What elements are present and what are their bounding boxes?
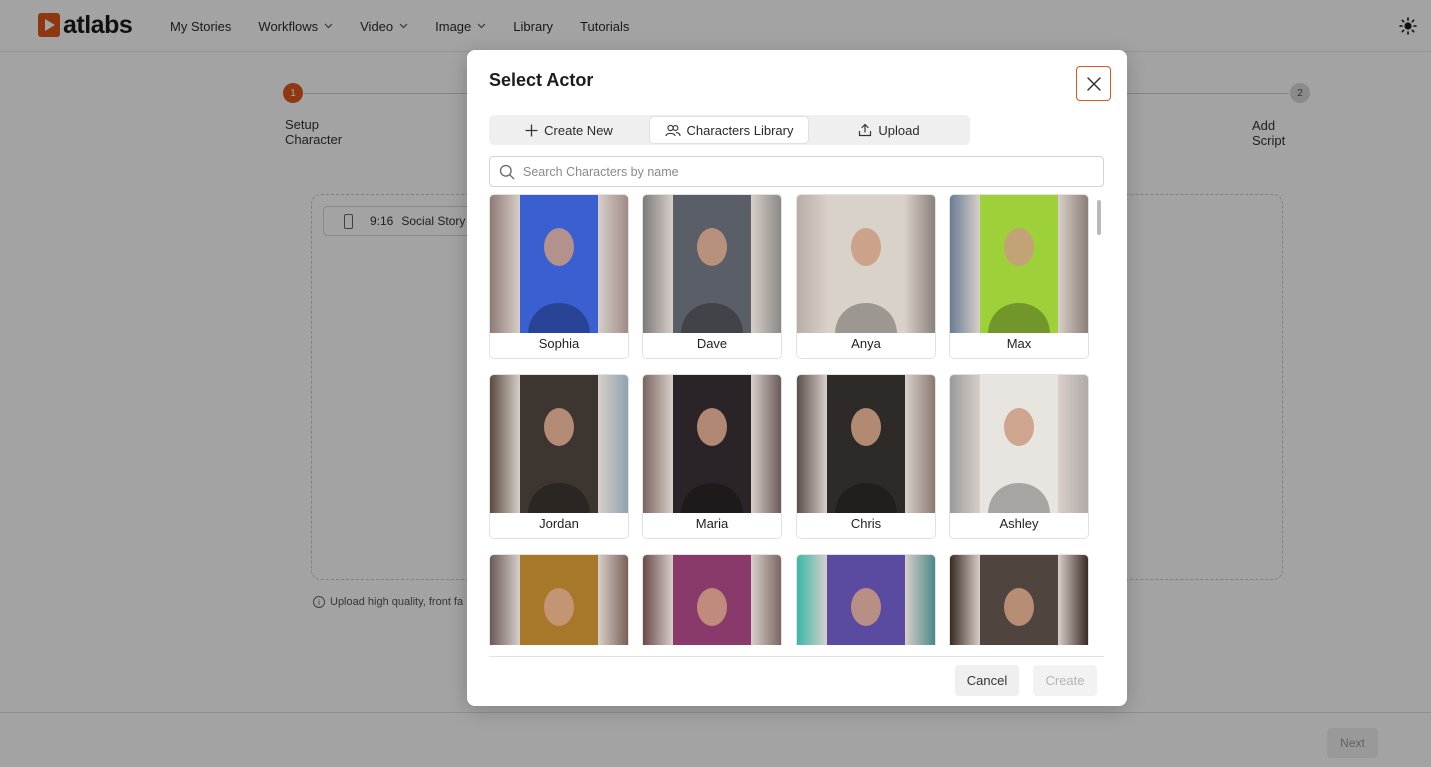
users-icon	[664, 124, 681, 136]
character-name: Chris	[850, 516, 882, 531]
modal-footer-divider	[489, 656, 1104, 657]
plus-icon	[525, 123, 538, 137]
character-card[interactable]: Jordan	[489, 374, 629, 539]
character-thumbnail	[643, 555, 781, 645]
character-name: Anya	[851, 336, 881, 351]
tab-upload[interactable]: Upload	[809, 115, 969, 145]
character-thumbnail	[950, 195, 1088, 333]
search-input[interactable]	[523, 164, 1083, 179]
select-actor-modal: Select Actor Create New Characters Libra…	[467, 50, 1127, 706]
search-box	[489, 156, 1104, 187]
character-name: Jordan	[539, 516, 579, 531]
character-card[interactable]: Maria	[642, 374, 782, 539]
character-thumbnail	[797, 555, 935, 645]
character-name: Maria	[695, 516, 729, 531]
tab-label: Characters Library	[686, 122, 794, 138]
character-thumbnail	[490, 375, 628, 513]
close-button[interactable]	[1076, 66, 1111, 101]
character-name: Max	[1006, 336, 1032, 351]
character-card[interactable]: Sophia	[489, 194, 629, 359]
modal-title: Select Actor	[489, 70, 594, 90]
character-card[interactable]	[949, 554, 1089, 645]
upload-icon	[859, 123, 872, 137]
character-name: Sophia	[538, 336, 580, 351]
character-thumbnail	[643, 375, 781, 513]
tab-characters-library[interactable]: Characters Library	[649, 116, 809, 144]
character-thumbnail	[490, 195, 628, 333]
create-button[interactable]: Create	[1033, 665, 1097, 696]
cancel-button[interactable]: Cancel	[955, 665, 1019, 696]
tab-label: Create New	[544, 122, 613, 138]
scrollbar-thumb[interactable]	[1097, 200, 1101, 235]
character-card[interactable]	[796, 554, 936, 645]
close-icon	[1086, 76, 1101, 91]
character-card[interactable]: Dave	[642, 194, 782, 359]
character-card[interactable]: Anya	[796, 194, 936, 359]
character-card[interactable]	[489, 554, 629, 645]
character-thumbnail	[490, 555, 628, 645]
character-name: Dave	[696, 336, 728, 351]
tab-create-new[interactable]: Create New	[489, 115, 649, 145]
character-card[interactable]: Ashley	[949, 374, 1089, 539]
character-thumbnail	[797, 375, 935, 513]
character-thumbnail	[950, 375, 1088, 513]
character-card[interactable]: Max	[949, 194, 1089, 359]
character-name: Ashley	[999, 516, 1039, 531]
tab-label: Upload	[878, 122, 920, 138]
character-card[interactable]: Chris	[796, 374, 936, 539]
character-thumbnail	[797, 195, 935, 333]
search-icon	[499, 164, 515, 179]
character-card[interactable]	[642, 554, 782, 645]
grid-scrollbar[interactable]	[1097, 196, 1102, 642]
character-thumbnail	[643, 195, 781, 333]
characters-grid: Sophia Dave Anya Max Jordan Maria Chris Ashley	[489, 194, 1091, 645]
modal-tabs: Create New Characters Library Upload	[489, 115, 970, 145]
character-thumbnail	[950, 555, 1088, 645]
